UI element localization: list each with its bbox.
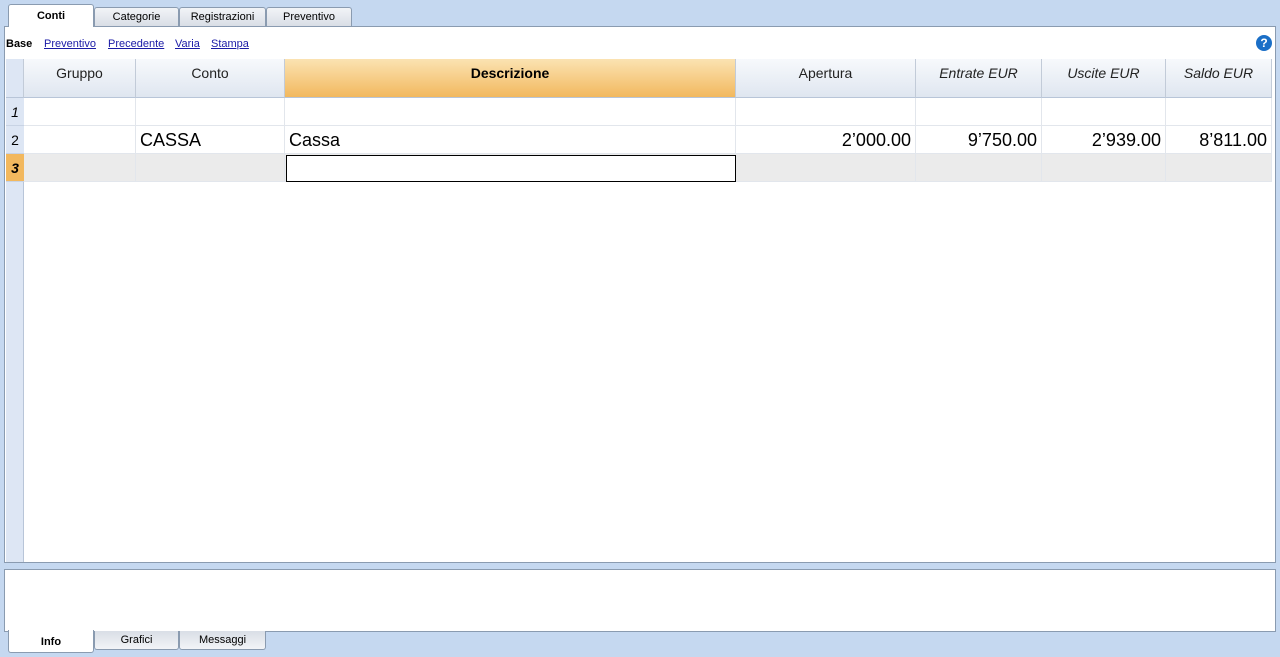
cell-uscite[interactable]: 2’939.00 xyxy=(1042,126,1166,154)
column-header-gruppo[interactable]: Gruppo xyxy=(24,59,136,98)
column-header-conto[interactable]: Conto xyxy=(136,59,285,98)
cell-uscite[interactable] xyxy=(1042,98,1166,126)
table-row[interactable]: 2 CASSA Cassa 2’000.00 9’750.00 2’939.00… xyxy=(6,126,1272,154)
cell-descrizione[interactable] xyxy=(285,98,736,126)
cell-saldo[interactable]: 8’811.00 xyxy=(1166,126,1272,154)
cell-gruppo[interactable] xyxy=(24,126,136,154)
cell-uscite[interactable] xyxy=(1042,154,1166,182)
tab-messaggi[interactable]: Messaggi xyxy=(179,631,266,650)
table-corner[interactable] xyxy=(6,59,24,98)
cell-conto[interactable] xyxy=(136,154,285,182)
cell-conto[interactable] xyxy=(136,98,285,126)
help-icon[interactable]: ? xyxy=(1256,35,1272,51)
column-header-entrate[interactable]: Entrate EUR xyxy=(916,59,1042,98)
view-link-precedente[interactable]: Precedente xyxy=(108,38,164,50)
cell-gruppo[interactable] xyxy=(24,154,136,182)
cell-entrate[interactable] xyxy=(916,98,1042,126)
tab-conti[interactable]: Conti xyxy=(8,4,94,27)
column-header-descrizione[interactable]: Descrizione xyxy=(285,59,736,98)
column-header-uscite[interactable]: Uscite EUR xyxy=(1042,59,1166,98)
cell-descrizione[interactable]: Cassa xyxy=(285,126,736,154)
cell-apertura[interactable]: 2’000.00 xyxy=(736,126,916,154)
cell-saldo[interactable] xyxy=(1166,98,1272,126)
tab-info[interactable]: Info xyxy=(8,630,94,653)
cell-saldo[interactable] xyxy=(1166,154,1272,182)
cell-entrate[interactable]: 9’750.00 xyxy=(916,126,1042,154)
tab-preventivo[interactable]: Preventivo xyxy=(266,7,352,26)
tab-grafici[interactable]: Grafici xyxy=(94,631,179,650)
view-link-preventivo[interactable]: Preventivo xyxy=(44,38,96,50)
row-number[interactable]: 3 xyxy=(6,154,24,182)
cell-conto[interactable]: CASSA xyxy=(136,126,285,154)
view-link-stampa[interactable]: Stampa xyxy=(211,38,249,50)
accounts-panel: Base Preventivo Precedente Varia Stampa … xyxy=(4,26,1276,563)
column-header-apertura[interactable]: Apertura xyxy=(736,59,916,98)
column-header-saldo[interactable]: Saldo EUR xyxy=(1166,59,1272,98)
accounts-table: Gruppo Conto Descrizione Apertura Entrat… xyxy=(6,59,1274,562)
info-panel xyxy=(4,569,1276,632)
cell-editor[interactable] xyxy=(286,155,736,182)
top-tab-bar: Conti Categorie Registrazioni Preventivo xyxy=(0,0,1280,27)
view-bar: Base Preventivo Precedente Varia Stampa … xyxy=(5,27,1275,59)
row-number[interactable]: 2 xyxy=(6,126,24,154)
cell-apertura[interactable] xyxy=(736,98,916,126)
tab-registrazioni[interactable]: Registrazioni xyxy=(179,7,266,26)
tab-categorie[interactable]: Categorie xyxy=(94,7,179,26)
table-row[interactable]: 1 xyxy=(6,98,1272,126)
cell-apertura[interactable] xyxy=(736,154,916,182)
row-number[interactable]: 1 xyxy=(6,98,24,126)
cell-entrate[interactable] xyxy=(916,154,1042,182)
view-link-varia[interactable]: Varia xyxy=(175,38,200,50)
view-current-base[interactable]: Base xyxy=(6,38,32,50)
table-row-current[interactable]: 3 xyxy=(6,154,1272,182)
cell-gruppo[interactable] xyxy=(24,98,136,126)
